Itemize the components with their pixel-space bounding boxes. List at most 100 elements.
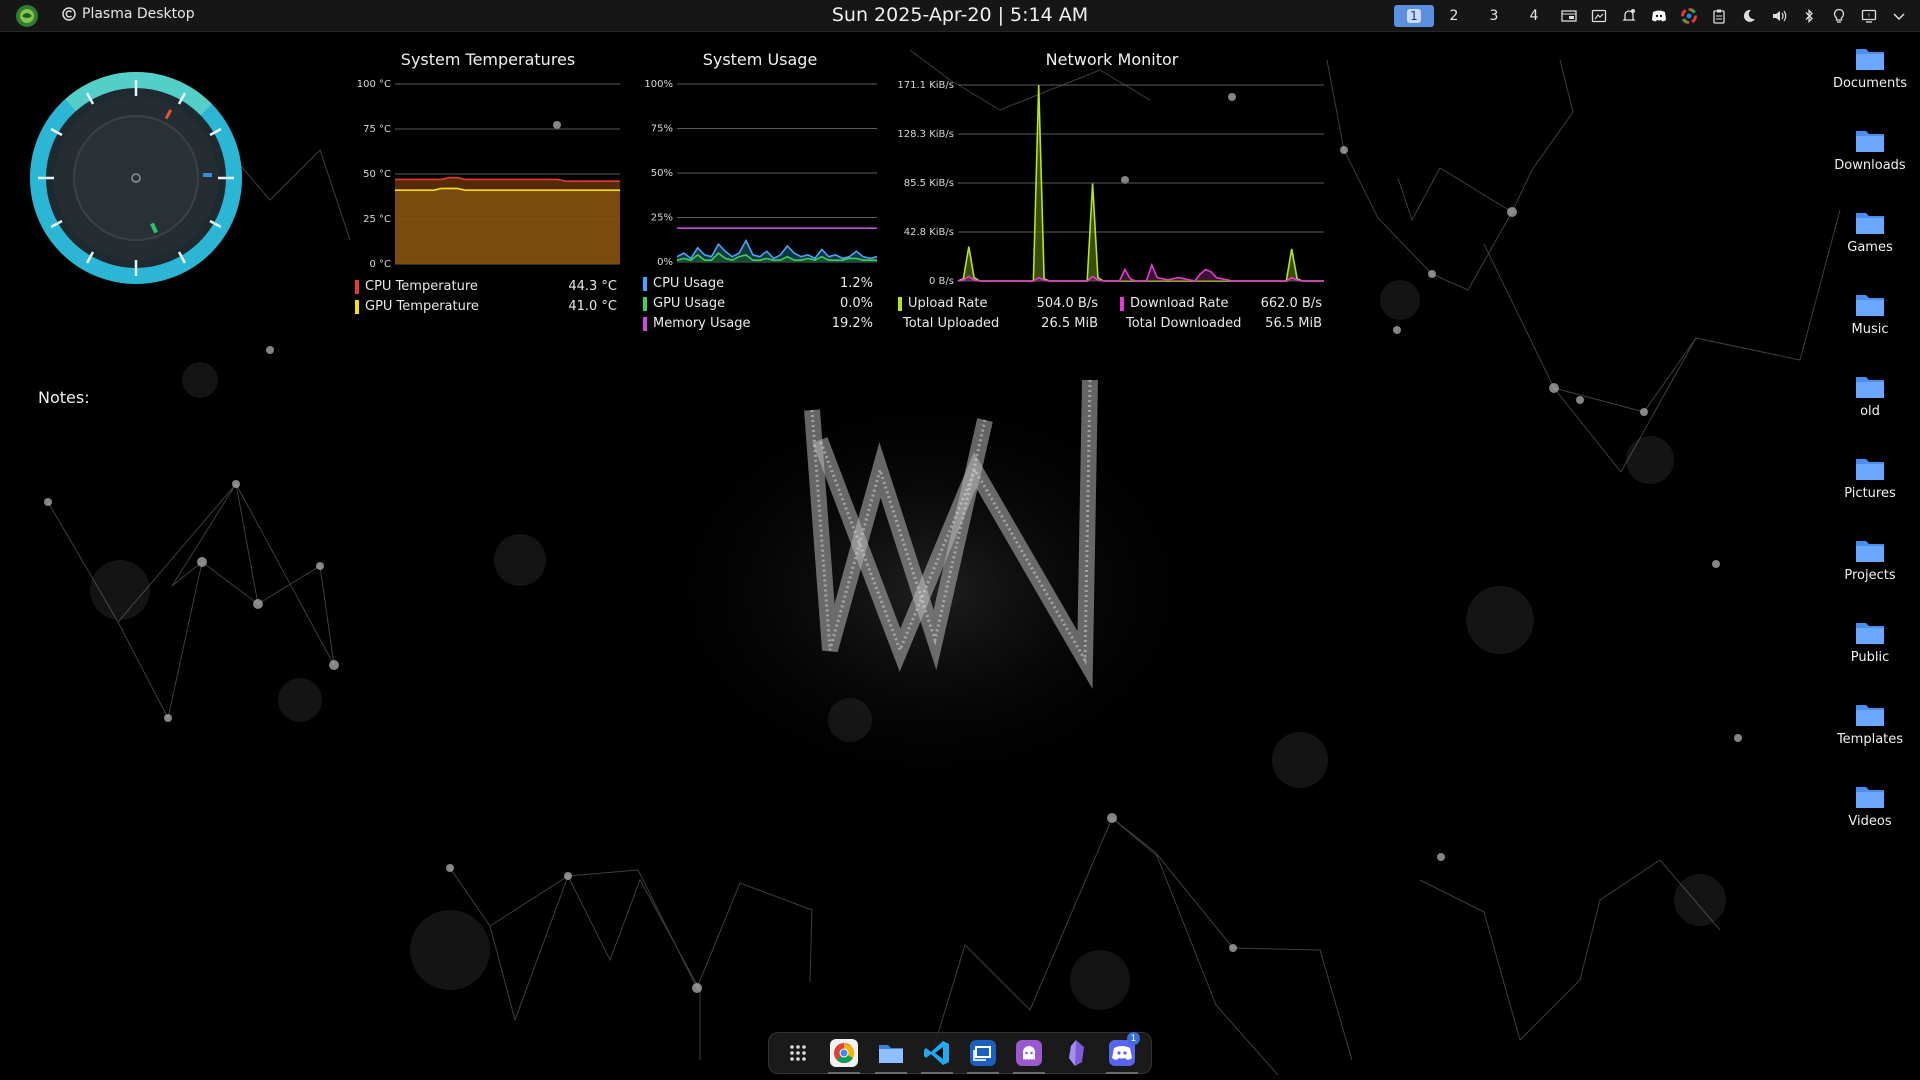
upload-rate-row: Upload Rate 504.0 B/s (898, 296, 1098, 311)
github-icon[interactable] (1011, 1035, 1047, 1074)
folder-downloads[interactable]: Downloads (1820, 124, 1920, 206)
system-tray: 1 2 3 4 ! (1394, 4, 1914, 28)
gpu-temp-row: GPU Temperature 41.0 °C (355, 299, 617, 314)
obsidian-icon[interactable] (1058, 1035, 1094, 1071)
folder-label: Music (1851, 322, 1889, 337)
folder-label: Downloads (1834, 158, 1906, 173)
night-mode-icon[interactable] (1734, 4, 1764, 28)
dock: 1 (768, 1032, 1152, 1074)
discord-badge: 1 (1126, 1032, 1140, 1045)
folder-icon (1856, 787, 1884, 808)
y-tick-label: 75% (651, 124, 673, 135)
folder-label: Documents (1832, 76, 1908, 91)
folder-games[interactable]: Games (1820, 206, 1920, 288)
gpu-temp-value: 41.0 °C (568, 299, 617, 314)
top-panel: Plasma Desktop Sun 2025-Apr-20 | 5:14 AM… (0, 0, 1920, 32)
notifications-icon[interactable] (1614, 4, 1644, 28)
download-rate-value: 662.0 B/s (1260, 296, 1322, 311)
discord-icon[interactable] (1644, 4, 1674, 28)
total-uploaded-row: Total Uploaded 26.5 MiB (903, 316, 1098, 331)
temps-title: System Temperatures (400, 50, 576, 69)
total-downloaded-row: Total Downloaded 56.5 MiB (1126, 316, 1322, 331)
folder-templates[interactable]: Templates (1820, 698, 1920, 780)
folder-label: Public (1850, 650, 1890, 665)
desktop-folders: Documents Downloads Games Music old Pict… (1820, 42, 1920, 862)
clipboard-icon[interactable] (1704, 4, 1734, 28)
file-manager-icon[interactable] (873, 1035, 909, 1074)
y-tick-label: 25 °C (363, 214, 391, 225)
folder-music[interactable]: Music (1820, 288, 1920, 370)
upload-rate-label: Upload Rate (908, 296, 988, 311)
y-tick-label: 85.5 KiB/s (904, 178, 954, 189)
y-tick-label: 0 B/s (929, 276, 954, 287)
workspace-2[interactable]: 2 (1434, 5, 1474, 27)
color-picker-icon[interactable] (1674, 4, 1704, 28)
windows-app-icon[interactable] (965, 1035, 1001, 1074)
folder-documents[interactable]: Documents (1820, 42, 1920, 124)
app-menu-icon[interactable] (15, 4, 39, 28)
download-rate-swatch (1120, 296, 1124, 311)
cpu-usage-value: 1.2% (839, 276, 873, 291)
volume-icon[interactable] (1764, 4, 1794, 28)
folder-icon (1856, 623, 1884, 644)
lightbulb-icon[interactable] (1824, 4, 1854, 28)
total-uploaded-value: 26.5 MiB (1041, 316, 1098, 331)
clock-label[interactable]: Sun 2025-Apr-20 | 5:14 AM (832, 4, 1088, 26)
folder-label: Games (1847, 240, 1893, 255)
gpu-usage-row: GPU Usage 0.0% (643, 296, 873, 311)
workspace-4[interactable]: 4 (1514, 5, 1554, 27)
cpu-usage-swatch (643, 276, 647, 291)
folder-icon (1856, 295, 1884, 316)
expand-tray-icon[interactable] (1884, 4, 1914, 28)
active-window-title[interactable]: Plasma Desktop (62, 6, 195, 22)
folder-label: Templates (1836, 732, 1904, 747)
y-tick-label: 50% (651, 168, 673, 179)
workspace-1[interactable]: 1 (1394, 5, 1434, 27)
download-rate-label: Download Rate (1130, 296, 1229, 311)
y-tick-label: 0 °C (369, 259, 391, 270)
cpu-temp-row: CPU Temperature 44.3 °C (355, 279, 617, 294)
folder-old[interactable]: old (1820, 370, 1920, 452)
y-tick-label: 0% (657, 257, 673, 268)
folder-label: Projects (1844, 568, 1896, 583)
screenshot-icon[interactable] (1584, 4, 1614, 28)
y-tick-label: 100% (644, 79, 673, 90)
folder-public[interactable]: Public (1820, 616, 1920, 698)
cpu-temp-label: CPU Temperature (365, 279, 478, 294)
app-launcher-icon[interactable] (780, 1035, 816, 1071)
folder-icon (1856, 459, 1884, 480)
folder-pictures[interactable]: Pictures (1820, 452, 1920, 534)
y-tick-label: 50 °C (363, 169, 391, 180)
gpu-temp-swatch (355, 299, 359, 314)
upload-rate-value: 504.0 B/s (1036, 296, 1098, 311)
window-list-icon[interactable] (1554, 4, 1584, 28)
chrome-icon[interactable] (826, 1035, 862, 1074)
folder-videos[interactable]: Videos (1820, 780, 1920, 862)
folder-label: Pictures (1844, 486, 1896, 501)
cpu-usage-label: CPU Usage (653, 276, 725, 291)
gpu-temp-label: GPU Temperature (365, 299, 479, 314)
bluetooth-icon[interactable] (1794, 4, 1824, 28)
memory-usage-swatch (643, 316, 647, 331)
memory-usage-row: Memory Usage 19.2% (643, 316, 873, 331)
analog-clock-widget[interactable] (28, 70, 244, 286)
folder-icon (1856, 705, 1884, 726)
memory-usage-label: Memory Usage (653, 316, 751, 331)
y-tick-label: 100 °C (357, 79, 391, 90)
y-tick-label: 128.3 KiB/s (897, 129, 954, 140)
vscode-icon[interactable] (919, 1035, 955, 1074)
gpu-usage-value: 0.0% (839, 296, 873, 311)
display-icon[interactable]: ! (1854, 4, 1884, 28)
series-area-gpu-temperature (395, 188, 620, 264)
notes-label[interactable]: Notes: (38, 388, 90, 407)
discord-dock-icon[interactable]: 1 (1104, 1032, 1140, 1074)
gpu-usage-label: GPU Usage (653, 296, 726, 311)
window-title-label: Plasma Desktop (82, 6, 195, 22)
wallpaper-logo (630, 370, 1230, 810)
total-downloaded-label: Total Downloaded (1126, 316, 1242, 331)
y-tick-label: 171.1 KiB/s (897, 80, 954, 91)
upload-rate-swatch (898, 296, 902, 311)
workspace-3[interactable]: 3 (1474, 5, 1514, 27)
folder-icon (1856, 49, 1884, 70)
folder-projects[interactable]: Projects (1820, 534, 1920, 616)
